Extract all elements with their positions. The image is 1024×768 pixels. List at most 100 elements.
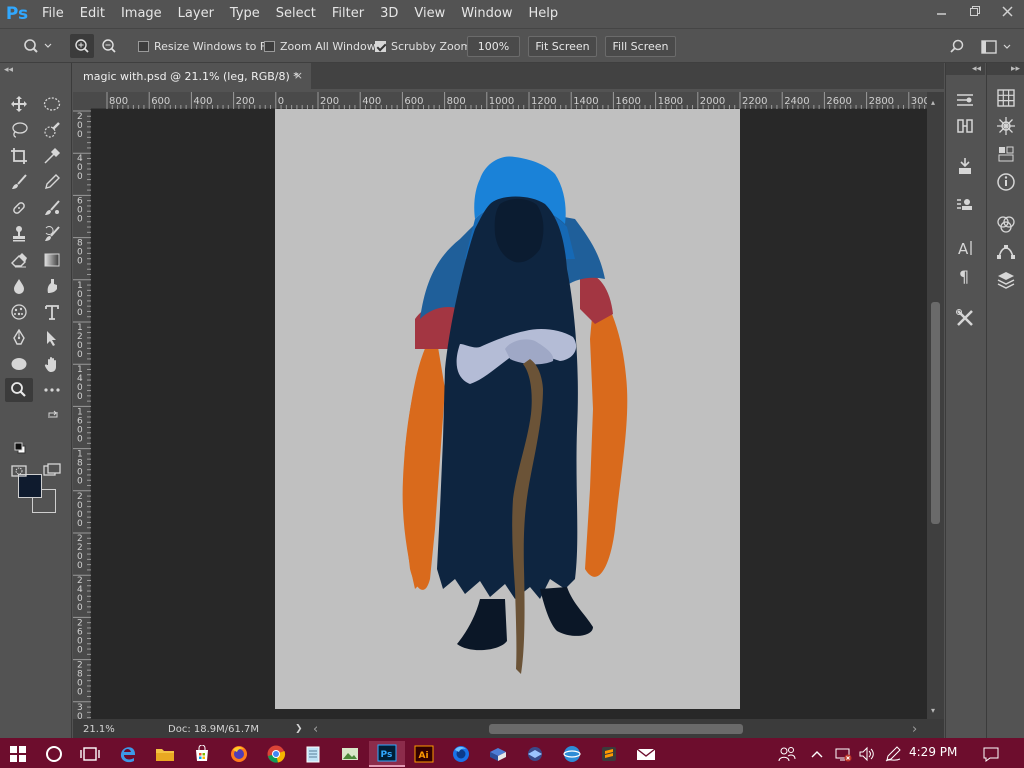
taskbar-clock[interactable]: 4:29 PM xyxy=(909,745,957,759)
healing-brush-icon[interactable] xyxy=(5,196,33,220)
firefox-icon[interactable] xyxy=(221,741,257,767)
brush-icon[interactable] xyxy=(5,170,33,194)
gradient-icon[interactable] xyxy=(38,248,66,272)
tab-document[interactable]: magic with.psd @ 21.1% (leg, RGB/8) * × xyxy=(73,63,311,89)
zoom-out-icon[interactable] xyxy=(97,34,121,58)
percent-button[interactable]: 100% xyxy=(467,36,520,57)
crop-icon[interactable] xyxy=(5,144,33,168)
resize-windows-checkbox[interactable]: Resize Windows to Fit xyxy=(138,40,273,53)
canvas-area[interactable] xyxy=(91,109,927,719)
horizontal-scrollbar[interactable] xyxy=(315,724,927,734)
close-tab-icon[interactable]: × xyxy=(294,69,303,82)
eraser-icon[interactable] xyxy=(5,248,33,272)
panel-dock-1-header[interactable]: ◂◂ xyxy=(946,63,985,75)
zoom-all-check[interactable] xyxy=(264,41,275,52)
actions-icon[interactable] xyxy=(946,153,984,179)
sublime-icon[interactable] xyxy=(591,741,627,767)
app-logo[interactable]: Ps xyxy=(0,0,34,28)
layers-icon[interactable] xyxy=(987,267,1024,293)
search-icon[interactable] xyxy=(946,36,968,58)
menu-layer[interactable]: Layer xyxy=(170,0,222,28)
vertical-scroll-thumb[interactable] xyxy=(931,302,940,524)
hand-icon[interactable] xyxy=(38,352,66,376)
menu-select[interactable]: Select xyxy=(268,0,324,28)
character-icon[interactable]: A xyxy=(946,235,984,261)
task-view-icon[interactable] xyxy=(72,741,108,767)
path-select-icon[interactable] xyxy=(38,326,66,350)
edge-icon[interactable] xyxy=(110,741,146,767)
zoom-level[interactable]: 21.1% xyxy=(83,724,115,735)
zoom-tool-icon[interactable] xyxy=(5,378,33,402)
ellipse-shape-icon[interactable] xyxy=(5,352,33,376)
info-icon[interactable] xyxy=(987,169,1024,195)
app2-icon[interactable] xyxy=(517,741,553,767)
more-tools-icon[interactable] xyxy=(38,378,66,402)
vertical-ruler[interactable]: 2004006008001000120014001600180020002200… xyxy=(73,109,91,766)
screen-mode-icon[interactable] xyxy=(38,459,66,483)
panel-dock-2-header[interactable]: ▸▸ xyxy=(987,63,1024,75)
pencil-icon[interactable] xyxy=(38,170,66,194)
history-brush-icon[interactable] xyxy=(38,222,66,246)
menu-window[interactable]: Window xyxy=(453,0,520,28)
document-canvas[interactable] xyxy=(275,109,740,709)
grid-icon[interactable] xyxy=(987,85,1024,111)
paragraph-icon[interactable]: ¶ xyxy=(946,263,984,289)
minimize-icon[interactable] xyxy=(925,0,958,22)
mixer-brush-icon[interactable] xyxy=(38,196,66,220)
tool-presets-icon[interactable] xyxy=(946,193,984,219)
quick-mask-icon[interactable] xyxy=(5,459,33,483)
zoom-all-checkbox[interactable]: Zoom All Windows xyxy=(264,40,381,53)
file-explorer-icon[interactable] xyxy=(147,741,183,767)
scroll-right-icon[interactable]: › xyxy=(912,722,917,737)
people-icon[interactable] xyxy=(772,741,802,767)
resize-windows-check[interactable] xyxy=(138,41,149,52)
paths-icon[interactable] xyxy=(987,239,1024,265)
scroll-up-icon[interactable]: ▴ xyxy=(931,98,935,107)
sponge-icon[interactable] xyxy=(5,300,33,324)
scrubby-zoom-check[interactable] xyxy=(375,41,386,52)
clone-source-icon[interactable] xyxy=(946,113,984,139)
chrome-icon[interactable] xyxy=(258,741,294,767)
horizontal-ruler[interactable]: 800 600 400 200 0 200 400 600 800 1000 1200 1400 160… xyxy=(91,92,947,109)
close-icon[interactable] xyxy=(991,0,1024,22)
blur-icon[interactable] xyxy=(5,274,33,298)
ruler-corner[interactable] xyxy=(73,92,91,109)
network-icon[interactable] xyxy=(830,741,856,767)
quick-select-icon[interactable] xyxy=(38,118,66,142)
menu-help[interactable]: Help xyxy=(521,0,567,28)
horizontal-scroll-thumb[interactable] xyxy=(489,724,743,734)
collapse-tools-icon[interactable]: ◂◂ xyxy=(4,65,13,75)
smudge-icon[interactable] xyxy=(38,274,66,298)
menu-filter[interactable]: Filter xyxy=(324,0,372,28)
menu-image[interactable]: Image xyxy=(113,0,170,28)
menu-3d[interactable]: 3D xyxy=(372,0,406,28)
channels-icon[interactable] xyxy=(987,211,1024,237)
default-colors-icon[interactable] xyxy=(14,442,26,457)
swap-colors-icon[interactable] xyxy=(47,409,59,424)
photoshop-icon[interactable]: Ps xyxy=(369,741,405,767)
app-icon[interactable] xyxy=(480,741,516,767)
lasso-icon[interactable] xyxy=(5,118,33,142)
menu-file[interactable]: File xyxy=(34,0,72,28)
volume-icon[interactable] xyxy=(854,741,880,767)
notepad-icon[interactable] xyxy=(295,741,331,767)
notifications-icon[interactable] xyxy=(976,741,1006,767)
menu-edit[interactable]: Edit xyxy=(72,0,113,28)
fit-screen-button[interactable]: Fit Screen xyxy=(528,36,597,57)
fill-screen-button[interactable]: Fill Screen xyxy=(605,36,676,57)
navigator-icon[interactable] xyxy=(987,113,1024,139)
pen-tool-icon[interactable] xyxy=(5,326,33,350)
mail-icon[interactable] xyxy=(628,741,664,767)
workspace-icon[interactable] xyxy=(978,36,1014,58)
marquee-ellipse-icon[interactable] xyxy=(38,92,66,116)
store-icon[interactable] xyxy=(184,741,220,767)
app3-icon[interactable] xyxy=(554,741,590,767)
move-tool-icon[interactable] xyxy=(5,92,33,116)
scrubby-zoom-checkbox[interactable]: Scrubby Zoom xyxy=(375,40,471,53)
image-viewer-icon[interactable] xyxy=(332,741,368,767)
cortana-icon[interactable] xyxy=(36,741,72,767)
brush-settings-icon[interactable] xyxy=(946,87,984,113)
eyedropper-icon[interactable] xyxy=(38,144,66,168)
zoom-icon[interactable] xyxy=(18,35,56,57)
pen-icon[interactable] xyxy=(880,741,906,767)
